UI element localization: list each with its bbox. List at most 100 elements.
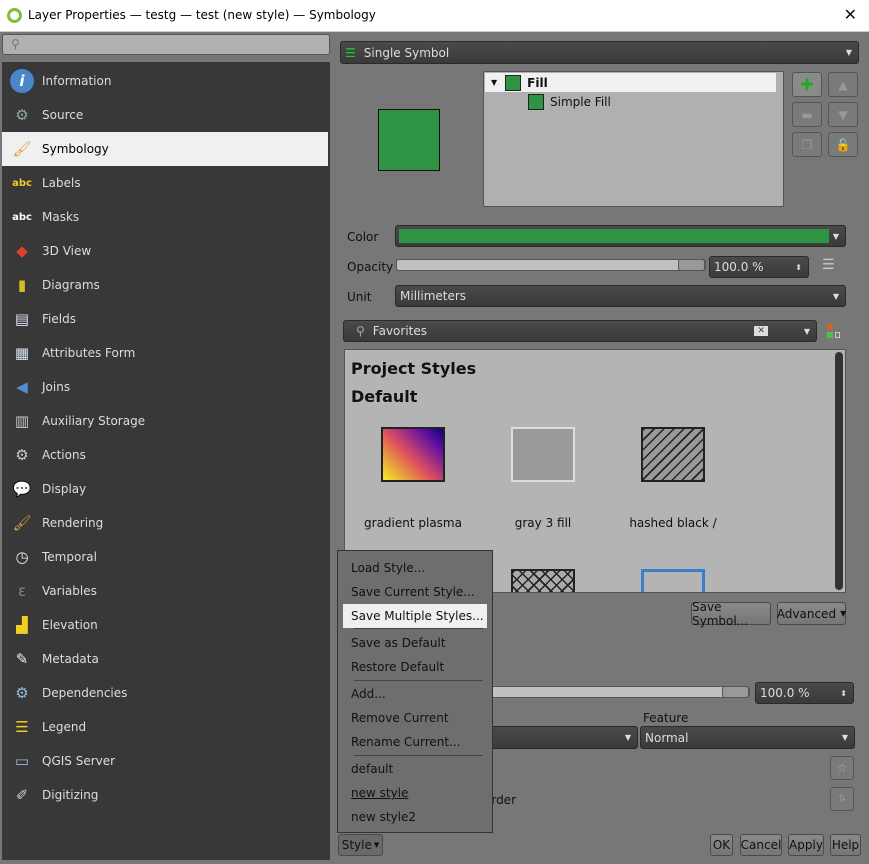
joins-icon: ◀ [16,378,28,396]
help-button[interactable]: Help [830,834,861,856]
simple-fill-label: Simple Fill [550,95,611,109]
style-manager-icon[interactable] [826,323,842,339]
menu-item-add[interactable]: Add... [339,682,489,706]
rendering-icon: 🖌 [12,514,32,532]
sidebar-item-auxiliary-storage[interactable]: ▥ Auxiliary Storage [2,404,328,438]
blend-feature-select[interactable]: Normal ▼ [640,726,855,749]
symbol-blue-outline[interactable] [641,569,705,592]
symbol-gray-3-fill[interactable] [511,427,575,482]
clear-icon[interactable]: ✕ [754,326,768,336]
slider-handle[interactable] [722,686,749,698]
ok-button[interactable]: OK [710,834,733,856]
sidebar-item-joins[interactable]: ◀ Joins [2,370,328,404]
sidebar-item-legend[interactable]: ☰ Legend [2,710,328,744]
move-down-button[interactable]: ▼ [828,102,858,127]
3d-view-icon: ◆ [16,242,28,260]
menu-item-restore-default[interactable]: Restore Default [339,655,489,679]
spin-arrows-icon[interactable]: ⬍ [840,689,847,698]
order-settings-button[interactable]: ⇅ [830,787,854,811]
sidebar-item-label: Symbology [42,142,109,156]
tree-item-simple-fill[interactable]: Simple Fill [528,93,611,111]
cancel-button[interactable]: Cancel [740,834,782,856]
symbol-hashed-black[interactable] [641,427,705,482]
sidebar-item-attributes-form[interactable]: ▦ Attributes Form [2,336,328,370]
menu-item-save-as-default[interactable]: Save as Default [339,631,489,655]
sidebar-item-source[interactable]: ⚙ Source [2,98,328,132]
sidebar-item-rendering[interactable]: 🖌 Rendering [2,506,328,540]
slider-handle[interactable] [678,259,705,271]
sidebar-item-digitizing[interactable]: ✐ Digitizing [2,778,328,812]
remove-layer-button[interactable]: ▬ [792,102,822,127]
sidebar-search-input[interactable]: ⚲ [2,34,330,55]
sidebar-item-label: 3D View [42,244,92,258]
data-defined-override-icon[interactable]: ☰ [822,257,835,273]
sidebar-item-qgis-server[interactable]: ▭ QGIS Server [2,744,328,778]
sidebar-item-3d-view[interactable]: ◆ 3D View [2,234,328,268]
group-header: Default [351,387,418,406]
opacity-spinbox[interactable]: 100.0 % ⬍ [709,256,809,278]
symbol-crosshatch[interactable] [511,569,575,592]
fields-icon: ▤ [14,310,30,328]
style-button[interactable]: Style ▼ [338,834,383,856]
sidebar-item-masks[interactable]: abc Masks [2,200,328,234]
symbol-gradient-plasma[interactable] [381,427,445,482]
effects-star-button[interactable]: ☆ [830,756,854,780]
save-symbol-button[interactable]: Save Symbol... [691,600,771,628]
sidebar-item-metadata[interactable]: ✎ Metadata [2,642,328,676]
library-filter-select[interactable]: ⚲ Favorites ✕ ▼ [343,320,817,342]
blend-layer-select[interactable]: ▼ [480,726,638,749]
layer-opacity-spinbox[interactable]: 100.0 % ⬍ [755,682,854,704]
sidebar-item-symbology[interactable]: 🖌 Symbology [2,132,328,166]
apply-button[interactable]: Apply [788,834,824,856]
sidebar-item-label: Legend [42,720,87,734]
menu-item-load-style[interactable]: Load Style... [339,556,489,580]
variables-icon: ε [17,582,27,600]
sidebar-item-temporal[interactable]: ◷ Temporal [2,540,328,574]
menu-item-new-style2[interactable]: new style2 [339,805,489,829]
group-header: Project Styles [351,359,477,378]
menu-item-new-style[interactable]: new style [339,781,489,805]
sidebar-item-labels[interactable]: abc Labels [2,166,328,200]
menu-item-remove-current[interactable]: Remove Current [339,706,489,730]
menu-item-save-current-style[interactable]: Save Current Style... [339,580,489,604]
lock-button[interactable]: 🔓 [828,132,858,157]
sidebar-item-diagrams[interactable]: ▮ Diagrams [2,268,328,302]
color-button[interactable]: ▼ [395,225,846,247]
diagrams-icon: ▮ [17,276,27,294]
unit-label: Unit [347,290,372,304]
sidebar-item-elevation[interactable]: ▟ Elevation [2,608,328,642]
sidebar-item-label: Variables [42,584,97,598]
sidebar-item-dependencies[interactable]: ⚙ Dependencies [2,676,328,710]
symbol-label: gray 3 fill [514,516,572,530]
sidebar-item-fields[interactable]: ▤ Fields [2,302,328,336]
tree-item-fill[interactable]: ▼ Fill [485,73,776,92]
close-icon[interactable]: ✕ [844,5,857,24]
duplicate-layer-button[interactable]: ❐ [792,132,822,157]
unit-value: Millimeters [400,289,467,303]
window-title: Layer Properties — testg — test (new sty… [28,8,376,22]
unit-select[interactable]: Millimeters ▼ [395,285,846,307]
legend-icon: ☰ [15,718,29,736]
layer-opacity-slider[interactable] [480,686,750,698]
library-scrollbar[interactable] [835,352,843,590]
sidebar-item-actions[interactable]: ⚙ Actions [2,438,328,472]
advanced-button[interactable]: Advanced ▼ [777,602,846,625]
sidebar-item-label: Joins [42,380,71,394]
opacity-slider[interactable] [396,259,706,271]
move-up-button[interactable]: ▲ [828,72,858,97]
renderer-select[interactable]: ☰ Single Symbol ▼ [340,41,859,64]
menu-item-default[interactable]: default [339,757,489,781]
sidebar-item-label: Digitizing [42,788,99,802]
sidebar-item-display[interactable]: 💬 Display [2,472,328,506]
sidebar-item-information[interactable]: i Information [2,64,328,98]
sidebar-item-label: Diagrams [42,278,100,292]
sidebar-item-variables[interactable]: ε Variables [2,574,328,608]
expand-icon[interactable]: ▼ [491,78,497,87]
sidebar-item-label: Dependencies [42,686,128,700]
spin-arrows-icon[interactable]: ⬍ [795,263,802,272]
sidebar: i Information ⚙ Source 🖌 Symbology abc Labels ab… [2,62,330,860]
menu-item-rename-current[interactable]: Rename Current... [339,730,489,754]
chevron-down-icon: ▼ [841,733,848,742]
add-layer-button[interactable]: ✚ [792,72,822,97]
menu-item-save-multiple-styles[interactable]: Save Multiple Styles... [343,604,487,628]
